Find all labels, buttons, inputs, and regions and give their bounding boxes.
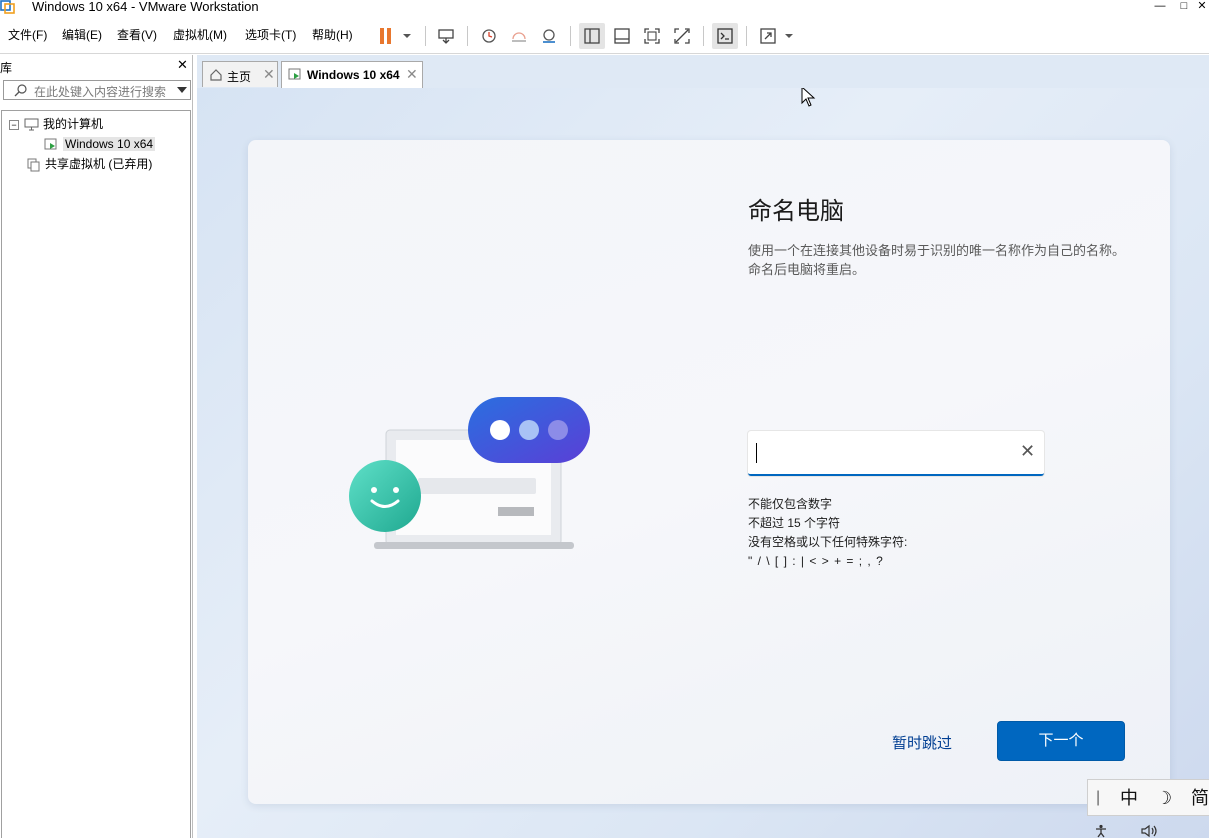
ime-language-toggle[interactable]: 中: [1120, 788, 1138, 808]
power-dropdown-icon[interactable]: [398, 23, 416, 49]
console-view-icon[interactable]: [712, 23, 738, 49]
menu-tabs[interactable]: 选项卡(T): [245, 27, 296, 43]
tree-item-my-computer[interactable]: − 我的计算机: [9, 116, 103, 132]
system-tray: [1090, 822, 1209, 838]
snapshot-icon[interactable]: [476, 23, 502, 49]
menu-vm[interactable]: 虚拟机(M): [173, 27, 227, 43]
ime-mode-toggle[interactable]: ☽: [1156, 788, 1172, 808]
skip-button[interactable]: 暂时跳过: [892, 732, 952, 753]
next-button[interactable]: 下一个: [997, 721, 1125, 761]
menu-toolbar: 文件(F) 编辑(E) 查看(V) 虚拟机(M) 选项卡(T) 帮助(H): [0, 18, 1209, 54]
volume-icon[interactable]: [1140, 824, 1160, 838]
tree-item-vm[interactable]: Windows 10 x64: [44, 136, 156, 152]
library-close-button[interactable]: ✕: [177, 57, 188, 73]
tree-item-shared-vms[interactable]: 共享虚拟机 (已弃用): [27, 156, 152, 172]
library-search-input[interactable]: 在此处键入内容进行搜索: [3, 80, 191, 100]
page-title: 命名电脑: [748, 198, 844, 225]
name-rules: 不能仅包含数字 不超过 15 个字符 没有空格或以下任何特殊字符: " / \ …: [748, 495, 907, 571]
tab-vm-close-icon[interactable]: ✕: [406, 66, 418, 83]
close-window-button[interactable]: ✕: [1194, 0, 1209, 12]
rule-item: 不超过 15 个字符: [748, 516, 841, 530]
collapse-icon[interactable]: −: [9, 119, 19, 130]
snapshot-manager-icon[interactable]: [536, 23, 562, 49]
maximize-button[interactable]: □: [1176, 0, 1192, 12]
vm-running-icon: [44, 138, 57, 150]
revert-snapshot-icon[interactable]: [506, 23, 532, 49]
computer-icon: [24, 118, 39, 131]
unity-mode-icon[interactable]: [669, 23, 695, 49]
menu-file[interactable]: 文件(F): [8, 27, 47, 43]
tab-home-close-icon[interactable]: ✕: [263, 66, 275, 83]
device-name-illustration: [349, 397, 590, 549]
search-placeholder: 在此处键入内容进行搜索: [34, 85, 167, 99]
stretch-dropdown-icon[interactable]: [781, 23, 797, 49]
tab-home-label: 主页: [227, 70, 252, 84]
full-screen-icon[interactable]: [639, 23, 665, 49]
toolbar-separator: [746, 26, 747, 46]
toolbar-separator: [570, 26, 571, 46]
minimize-button[interactable]: —: [1152, 0, 1168, 12]
menu-edit[interactable]: 编辑(E): [62, 27, 102, 43]
text-caret: [756, 443, 757, 463]
vmware-logo-icon: [0, 0, 15, 14]
toolbar-separator: [425, 26, 426, 46]
window-title: Windows 10 x64 - VMware Workstation: [32, 0, 259, 14]
pause-icon[interactable]: [373, 23, 399, 49]
ime-drag-handle[interactable]: |: [1096, 788, 1100, 808]
title-bar: Windows 10 x64 - VMware Workstation — □ …: [0, 0, 1209, 16]
toolbar-separator: [467, 26, 468, 46]
toolbar-separator: [703, 26, 704, 46]
tab-vm-label: Windows 10 x64: [307, 68, 400, 82]
thumbnail-bar-icon[interactable]: [609, 23, 635, 49]
tab-strip: 主页 ✕ Windows 10 x64 ✕: [197, 55, 1209, 88]
tree-label-vm: Windows 10 x64: [63, 137, 156, 151]
pc-name-input[interactable]: ✕: [748, 431, 1044, 476]
clear-input-icon[interactable]: ✕: [1020, 441, 1035, 461]
mouse-cursor-icon: [801, 88, 816, 107]
library-panel: 库 ✕ 在此处键入内容进行搜索 − 我的计算机 Windows 10 x64 共享…: [0, 55, 193, 838]
tab-vm[interactable]: Windows 10 x64 ✕: [281, 61, 423, 88]
show-library-icon[interactable]: [579, 23, 605, 49]
send-ctrl-alt-del-icon[interactable]: [433, 23, 459, 49]
tree-label-my-computer: 我的计算机: [43, 117, 104, 131]
menu-help[interactable]: 帮助(H): [312, 27, 353, 43]
library-tree: − 我的计算机 Windows 10 x64 共享虚拟机 (已弃用): [1, 110, 191, 838]
vm-tab-icon: [288, 68, 301, 80]
tab-home[interactable]: 主页 ✕: [202, 61, 278, 87]
library-title: 库: [0, 61, 13, 75]
search-dropdown-icon[interactable]: [177, 87, 187, 93]
stretch-guest-icon[interactable]: [755, 23, 781, 49]
home-icon: [210, 69, 222, 81]
rule-item: 没有空格或以下任何特殊字符:: [748, 535, 908, 549]
oobe-dialog-card: 命名电脑 使用一个在连接其他设备时易于识别的唯一名称作为自己的名称。命名后电脑将…: [248, 140, 1170, 804]
vm-screen[interactable]: 命名电脑 使用一个在连接其他设备时易于识别的唯一名称作为自己的名称。命名后电脑将…: [197, 88, 1209, 838]
page-description: 使用一个在连接其他设备时易于识别的唯一名称作为自己的名称。命名后电脑将重启。: [748, 243, 1126, 277]
ime-script-toggle[interactable]: 简: [1191, 788, 1209, 808]
rule-item: " / \ [ ] : | < > + = ; , ?: [748, 554, 884, 568]
shared-vm-icon: [27, 158, 40, 172]
rule-item: 不能仅包含数字: [748, 497, 833, 511]
search-icon: [14, 84, 27, 97]
accessibility-icon[interactable]: [1094, 824, 1108, 838]
tree-label-shared: 共享虚拟机 (已弃用): [45, 157, 153, 171]
ime-toolbar: | 中 ☽ 简: [1087, 779, 1209, 816]
menu-view[interactable]: 查看(V): [117, 27, 157, 43]
